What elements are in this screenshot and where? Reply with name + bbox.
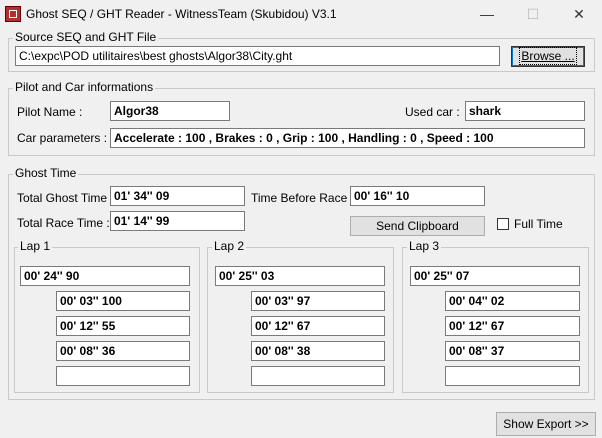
lap1-legend: Lap 1 (18, 239, 53, 253)
lap2-split2-field[interactable]: 00' 12'' 67 (251, 316, 385, 336)
send-clipboard-button[interactable]: Send Clipboard (350, 216, 485, 236)
ghost-time-legend: Ghost Time (13, 166, 79, 180)
lap2-split3-field[interactable]: 00' 08'' 38 (251, 341, 385, 361)
pilot-name-field[interactable]: Algor38 (110, 101, 230, 121)
lap2-split1-field[interactable]: 00' 03'' 97 (251, 291, 385, 311)
lap3-legend: Lap 3 (407, 239, 442, 253)
used-car-field[interactable]: shark (465, 101, 585, 121)
used-car-label: Used car : (405, 105, 460, 119)
total-race-time-label: Total Race Time : (17, 216, 110, 230)
lap1-split4-field[interactable] (56, 366, 190, 386)
browse-button-label: Browse ... (519, 47, 577, 65)
browse-button[interactable]: Browse ... (511, 46, 585, 67)
lap2-legend: Lap 2 (212, 239, 247, 253)
lap1-split2-field[interactable]: 00' 12'' 55 (56, 316, 190, 336)
lap3-split2-field[interactable]: 00' 12'' 67 (445, 316, 580, 336)
lap3-total-field[interactable]: 00' 25'' 07 (410, 266, 580, 286)
window-title: Ghost SEQ / GHT Reader - WitnessTeam (Sk… (26, 7, 337, 21)
lap1-split1-field[interactable]: 00' 03'' 100 (56, 291, 190, 311)
pilot-name-label: Pilot Name : (17, 105, 83, 119)
show-export-button[interactable]: Show Export >> (496, 412, 596, 436)
total-ghost-time-field[interactable]: 01' 34'' 09 (110, 186, 245, 206)
close-button[interactable]: ✕ (556, 0, 602, 29)
lap3-split3-field[interactable]: 00' 08'' 37 (445, 341, 580, 361)
lap1-total-field[interactable]: 00' 24'' 90 (20, 266, 190, 286)
app-icon (5, 6, 21, 22)
total-race-time-field[interactable]: 01' 14'' 99 (110, 211, 245, 231)
car-parameters-field[interactable]: Accelerate : 100 , Brakes : 0 , Grip : 1… (110, 128, 585, 148)
total-ghost-time-label: Total Ghost Time : (17, 191, 114, 205)
lap3-split4-field[interactable] (445, 366, 580, 386)
minimize-button[interactable]: — (464, 0, 510, 29)
lap3-split1-field[interactable]: 00' 04'' 02 (445, 291, 580, 311)
time-before-race-field[interactable]: 00' 16'' 10 (350, 186, 485, 206)
source-group-legend: Source SEQ and GHT File (13, 30, 159, 44)
maximize-button[interactable]: ☐ (510, 0, 556, 29)
car-parameters-label: Car parameters : (17, 131, 108, 145)
pilot-group-legend: Pilot and Car informations (13, 80, 156, 94)
lap2-split4-field[interactable] (251, 366, 385, 386)
lap2-total-field[interactable]: 00' 25'' 03 (215, 266, 385, 286)
full-time-label: Full Time (514, 217, 563, 231)
lap1-split3-field[interactable]: 00' 08'' 36 (56, 341, 190, 361)
full-time-checkbox[interactable] (497, 218, 509, 230)
time-before-race-label: Time Before Race : (251, 191, 354, 205)
source-path-field[interactable]: C:\expc\POD utilitaires\best ghosts\Algo… (15, 46, 500, 66)
